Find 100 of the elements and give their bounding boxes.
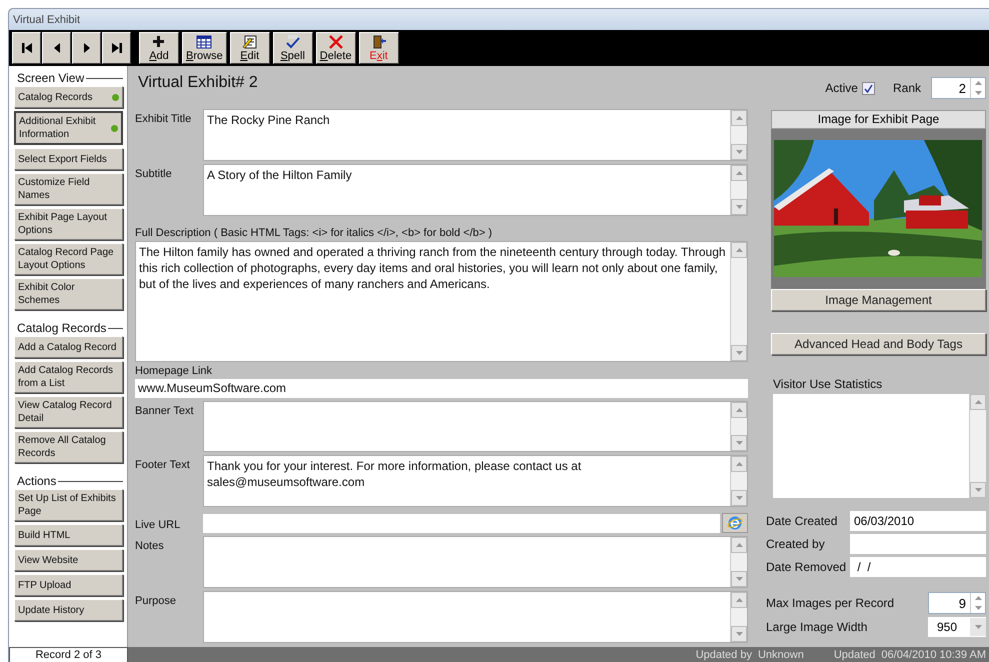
sidebar-button[interactable]: Catalog Record Page Layout Options: [14, 243, 123, 275]
scrollbar[interactable]: [730, 110, 747, 160]
field-label: Purpose: [135, 594, 177, 610]
browse-button[interactable]: Browse: [182, 32, 227, 64]
door-icon: [370, 34, 387, 48]
image-management-button[interactable]: Image Management: [771, 289, 986, 311]
up-arrow-icon: [736, 170, 742, 175]
record-heading: Virtual Exhibit# 2: [137, 73, 259, 93]
down-arrow-icon: [974, 91, 982, 95]
prev-record-button[interactable]: [42, 32, 71, 64]
grid-icon: [196, 34, 212, 48]
status-text: 06/04/2010 10:39 AM: [881, 649, 986, 661]
scrollbar[interactable]: [969, 394, 986, 498]
text-area[interactable]: [203, 400, 748, 452]
text-area[interactable]: The Rocky Pine Ranch: [203, 109, 748, 161]
sidebar-button[interactable]: Additional Exhibit Information: [14, 111, 123, 145]
up-arrow-icon: [736, 248, 742, 252]
down-arrow-icon: [736, 150, 742, 154]
up-arrow-icon: [974, 400, 982, 404]
skip-icon: [110, 41, 124, 55]
advanced-tags-button[interactable]: Advanced Head and Body Tags: [771, 333, 986, 355]
up-arrow-icon: [736, 462, 742, 466]
text-area[interactable]: [203, 591, 748, 643]
image-panel-title: Image for Exhibit Page: [771, 110, 986, 129]
rank-spinner[interactable]: 2: [931, 77, 986, 99]
down-arrow-icon: [974, 625, 982, 629]
dropdown[interactable]: 950: [928, 617, 986, 637]
field-label: Subtitle: [135, 166, 173, 182]
text-area[interactable]: Thank you for your interest. For more information, please contact us at sales@museumsoftware.com: [203, 455, 748, 508]
field-label: Banner Text: [135, 404, 195, 419]
scrollbar[interactable]: [730, 456, 747, 506]
number-spinner[interactable]: 9: [928, 592, 986, 614]
last-record-button[interactable]: [102, 32, 131, 64]
field-label: Max Images per Record: [766, 596, 896, 610]
status-label: Updated by: [696, 649, 752, 661]
down-arrow-icon: [974, 488, 982, 492]
checkmark-icon: [284, 34, 301, 48]
status-text: Unknown: [758, 649, 804, 661]
sidebar-button[interactable]: FTP Upload: [14, 574, 123, 596]
delete-button[interactable]: Delete: [316, 32, 356, 64]
sidebar-button[interactable]: Remove All Catalog Records: [14, 431, 123, 463]
input-field[interactable]: [203, 514, 720, 533]
next-record-button[interactable]: [72, 32, 101, 64]
section-heading: Screen View: [17, 71, 84, 85]
spell-button[interactable]: Spell: [272, 32, 313, 64]
up-arrow-icon: [974, 596, 982, 600]
status-label: Updated: [834, 649, 876, 661]
edit-button[interactable]: Edit: [230, 32, 270, 64]
down-arrow-icon: [736, 577, 742, 582]
field-label: Large Image Width: [766, 620, 868, 634]
active-label: Active: [825, 81, 858, 95]
sidebar-button[interactable]: Add Catalog Records from a List: [14, 361, 123, 393]
down-arrow-icon: [736, 632, 742, 636]
section-heading: Catalog Records: [17, 321, 106, 335]
field-label: Exhibit Title: [135, 112, 192, 127]
skip-icon: [20, 41, 34, 55]
scrollbar[interactable]: [730, 537, 747, 588]
statistics-label: Visitor Use Statistics: [773, 377, 884, 391]
sidebar-button[interactable]: View Catalog Record Detail: [14, 396, 123, 428]
sidebar-button[interactable]: Select Export Fields: [14, 148, 123, 170]
plus-icon: [151, 34, 167, 48]
down-arrow-icon: [736, 441, 742, 446]
window-title: Virtual Exhibit: [13, 14, 80, 26]
field-label: Homepage Link: [135, 364, 214, 377]
sidebar-button[interactable]: Customize Field Names: [14, 173, 123, 205]
browser-button[interactable]: [722, 513, 748, 534]
input-field[interactable]: [850, 534, 986, 554]
field-label: Created by: [766, 537, 826, 551]
scrollbar[interactable]: [730, 164, 747, 215]
record-counter: Record 2 of 3: [9, 646, 128, 662]
sidebar-button[interactable]: View Website: [14, 549, 123, 571]
scrollbar[interactable]: [730, 592, 747, 642]
text-area[interactable]: A Story of the Hilton Family: [203, 164, 748, 216]
notepad-icon: [242, 34, 258, 48]
input-field[interactable]: www.MuseumSoftware.com: [135, 378, 748, 398]
scrollbar[interactable]: [730, 242, 747, 361]
down-arrow-icon: [974, 606, 982, 610]
sidebar-button[interactable]: Build HTML: [14, 524, 123, 546]
rank-label: Rank: [892, 81, 921, 95]
input-field[interactable]: / /: [850, 557, 986, 577]
field-label: Footer Text: [135, 458, 191, 474]
field-label: Date Removed: [766, 560, 848, 574]
up-arrow-icon: [736, 408, 742, 412]
sidebar-button[interactable]: Exhibit Color Schemes: [14, 278, 123, 310]
scrollbar[interactable]: [730, 402, 747, 452]
up-arrow-icon: [736, 543, 742, 548]
active-checkbox[interactable]: [862, 82, 875, 94]
globe-e-icon: [727, 515, 743, 532]
text-area[interactable]: The Hilton family has owned and operated a thriving ranch from the nineteenth century through today. Through this rich collection of photographs, every day items and oral histories, you will learn not only about one family, but of the lives and experiences of many ranchers and Americans.: [135, 240, 748, 362]
up-arrow-icon: [736, 116, 742, 120]
sidebar-button[interactable]: Add a Catalog Record: [14, 336, 123, 358]
sidebar-button[interactable]: Catalog Records: [14, 86, 123, 108]
add-button[interactable]: Add: [139, 32, 179, 64]
first-record-button[interactable]: [12, 32, 41, 64]
sidebar-button[interactable]: Update History: [14, 599, 123, 621]
up-arrow-icon: [736, 598, 742, 602]
sidebar-button[interactable]: Set Up List of Exhibits Page: [14, 489, 123, 521]
input-field[interactable]: 06/03/2010: [850, 511, 986, 531]
text-area[interactable]: [203, 536, 748, 588]
sidebar-button[interactable]: Exhibit Page Layout Options: [14, 208, 123, 240]
